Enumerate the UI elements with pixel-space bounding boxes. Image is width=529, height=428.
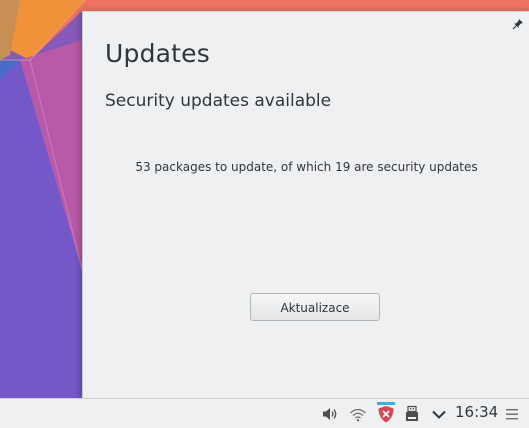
security-updates-shield-icon[interactable] bbox=[376, 402, 396, 424]
taskbar-panel: 16:34 bbox=[0, 398, 529, 428]
updates-popup: Updates Security updates available 53 pa… bbox=[82, 11, 529, 399]
expand-tray-chevron-icon[interactable] bbox=[430, 405, 448, 423]
popup-title: Updates bbox=[105, 39, 210, 68]
clock[interactable]: 16:34 bbox=[455, 403, 498, 421]
usb-device-icon[interactable] bbox=[403, 405, 421, 423]
update-button[interactable]: Aktualizace bbox=[250, 293, 380, 321]
panel-menu-icon[interactable] bbox=[505, 405, 519, 423]
wifi-icon[interactable] bbox=[349, 405, 367, 423]
pin-icon[interactable] bbox=[512, 18, 524, 30]
popup-subtitle: Security updates available bbox=[105, 91, 332, 111]
volume-icon[interactable] bbox=[321, 405, 339, 423]
updates-description: 53 packages to update, of which 19 are s… bbox=[135, 160, 478, 174]
